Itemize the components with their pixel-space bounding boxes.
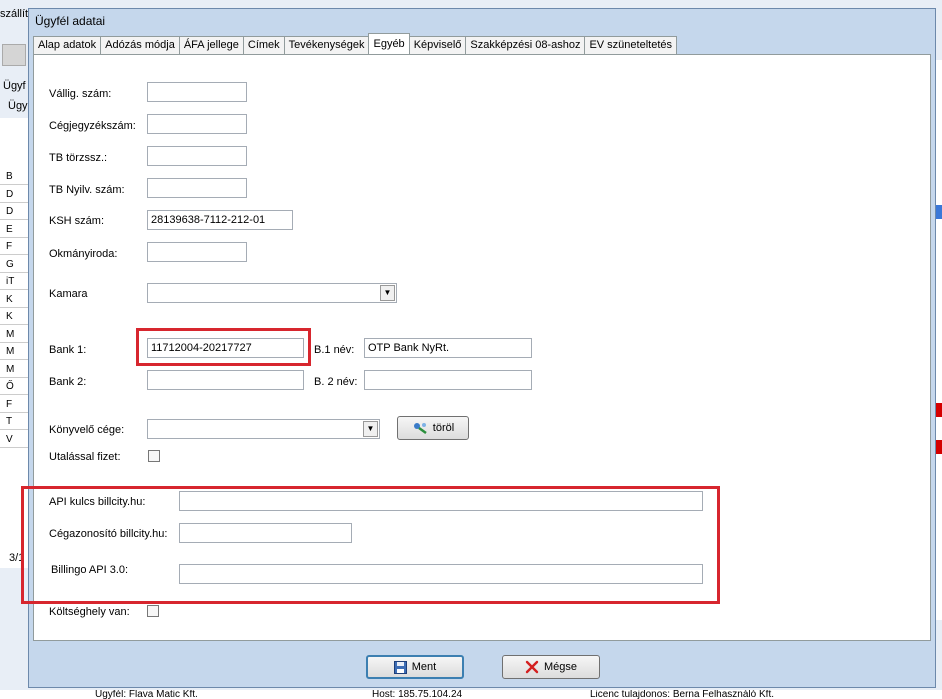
highlight-row-marker bbox=[935, 440, 942, 454]
bank1-label: Bank 1: bbox=[49, 344, 87, 356]
kamara-select[interactable]: ▼ bbox=[147, 283, 397, 303]
background-list-row[interactable]: D bbox=[0, 203, 30, 220]
dialog-footer: Ment Mégse bbox=[33, 647, 931, 685]
koltseghely-checkbox[interactable] bbox=[147, 605, 159, 617]
close-icon bbox=[525, 660, 539, 674]
b1-nev-label: B.1 név: bbox=[314, 344, 355, 356]
billingo-input[interactable] bbox=[179, 564, 703, 584]
konyvelo-cege-select[interactable]: ▼ bbox=[147, 419, 380, 439]
background-list-row[interactable]: iT bbox=[0, 273, 30, 290]
background-list-row[interactable]: K bbox=[0, 308, 30, 325]
tab-alap-adatok[interactable]: Alap adatok bbox=[33, 36, 102, 54]
background-toolbar-button[interactable] bbox=[2, 44, 26, 66]
background-list-row[interactable]: M bbox=[0, 326, 30, 343]
utalassal-fizet-label: Utalással fizet: bbox=[49, 451, 121, 463]
highlight-row-marker bbox=[935, 403, 942, 417]
background-status-bar: Ügyfél: Flava Matic Kft. Host: 185.75.10… bbox=[0, 690, 942, 699]
background-label: Ügy bbox=[8, 100, 28, 112]
kamara-label: Kamara bbox=[49, 288, 88, 300]
tab-kepviselo[interactable]: Képviselő bbox=[408, 36, 467, 54]
b1-nev-input[interactable]: OTP Bank NyRt. bbox=[364, 338, 532, 358]
tab-adozas-modja[interactable]: Adózás módja bbox=[100, 36, 180, 54]
vallig-szam-label: Vállig. szám: bbox=[49, 88, 112, 100]
api-kulcs-input[interactable] bbox=[179, 491, 703, 511]
cegjegyzekszam-input[interactable] bbox=[147, 114, 247, 134]
status-host: Host: 185.75.104.24 bbox=[372, 690, 463, 699]
status-client: Ügyfél: Flava Matic Kft. bbox=[95, 690, 198, 699]
background-list-row[interactable]: T bbox=[0, 413, 30, 430]
torol-button[interactable]: töröl bbox=[397, 416, 469, 440]
background-list-row[interactable]: K bbox=[0, 291, 30, 308]
okmanyiroda-input[interactable] bbox=[147, 242, 247, 262]
konyvelo-cege-label: Könyvelő cége: bbox=[49, 424, 125, 436]
api-kulcs-label: API kulcs billcity.hu: bbox=[49, 496, 146, 508]
selected-row-marker bbox=[935, 205, 942, 219]
dialog-title: Ügyfél adatai bbox=[35, 14, 106, 28]
okmanyiroda-label: Okmányiroda: bbox=[49, 248, 118, 260]
bank2-input[interactable] bbox=[147, 370, 304, 390]
bank2-label: Bank 2: bbox=[49, 376, 87, 388]
tab-egyeb[interactable]: Egyéb bbox=[368, 33, 410, 54]
tab-szakkepzesi[interactable]: Szakképzési 08-ashoz bbox=[465, 36, 586, 54]
vallig-szam-input[interactable] bbox=[147, 82, 247, 102]
b2-nev-input[interactable] bbox=[364, 370, 532, 390]
tb-torzssz-label: TB törzssz.: bbox=[49, 152, 108, 164]
background-title: szállít bbox=[0, 8, 29, 20]
tb-nyilv-szam-input[interactable] bbox=[147, 178, 247, 198]
megse-button[interactable]: Mégse bbox=[502, 655, 600, 679]
cegazonosito-label: Cégazonosító billcity.hu: bbox=[49, 528, 168, 540]
ment-button[interactable]: Ment bbox=[366, 655, 464, 679]
tab-tevekenysegek[interactable]: Tevékenységek bbox=[283, 36, 370, 54]
utalassal-fizet-checkbox[interactable] bbox=[148, 450, 160, 462]
eraser-icon bbox=[412, 421, 428, 435]
floppy-disk-icon bbox=[393, 660, 407, 674]
background-list-row[interactable]: G bbox=[0, 256, 30, 273]
koltseghely-label: Költséghely van: bbox=[49, 606, 130, 618]
ment-label: Ment bbox=[411, 661, 437, 673]
background-list-row[interactable]: M bbox=[0, 361, 30, 378]
status-license: Licenc tulajdonos: Berna Felhasználó Kft… bbox=[590, 690, 774, 699]
background-list-row[interactable]: F bbox=[0, 396, 30, 413]
background-list-row[interactable]: D bbox=[0, 186, 30, 203]
tab-cimek[interactable]: Címek bbox=[242, 36, 285, 54]
megse-label: Mégse bbox=[543, 661, 578, 673]
background-label: Ügyf bbox=[3, 80, 26, 92]
chevron-down-icon[interactable]: ▼ bbox=[363, 421, 378, 437]
tab-panel-egyeb: Vállig. szám: Cégjegyzékszám: TB törzssz… bbox=[21, 54, 931, 641]
bank1-highlight-box bbox=[136, 328, 311, 366]
tab-ev-szuneteltetes[interactable]: EV szüneteltetés bbox=[584, 36, 678, 54]
torol-label: töröl bbox=[432, 422, 455, 434]
background-list-row[interactable]: F bbox=[0, 238, 30, 255]
client-data-dialog: Ügyfél adatai Alap adatok Adózás módja Á… bbox=[21, 8, 936, 688]
b2-nev-label: B. 2 név: bbox=[314, 376, 358, 388]
billingo-label: Billingo API 3.0: bbox=[51, 564, 129, 576]
chevron-down-icon[interactable]: ▼ bbox=[380, 285, 395, 301]
background-list-row[interactable]: E bbox=[0, 221, 30, 238]
tab-afa-jellege[interactable]: ÁFA jellege bbox=[178, 36, 244, 54]
cegazonosito-input[interactable] bbox=[179, 523, 352, 543]
cegjegyzekszam-label: Cégjegyzékszám: bbox=[49, 120, 136, 132]
background-list-row[interactable]: M bbox=[0, 343, 30, 360]
tb-nyilv-szam-label: TB Nyilv. szám: bbox=[49, 184, 125, 196]
background-list-row[interactable]: V bbox=[0, 431, 30, 448]
background-list-row[interactable]: Ő bbox=[0, 378, 30, 395]
ksh-szam-label: KSH szám: bbox=[49, 215, 105, 227]
ksh-szam-input[interactable]: 28139638-7112-212-01 bbox=[147, 210, 293, 230]
background-list-row[interactable]: B bbox=[0, 168, 30, 185]
tab-bar: Alap adatok Adózás módja ÁFA jellege Cím… bbox=[33, 33, 678, 55]
tb-torzssz-input[interactable] bbox=[147, 146, 247, 166]
